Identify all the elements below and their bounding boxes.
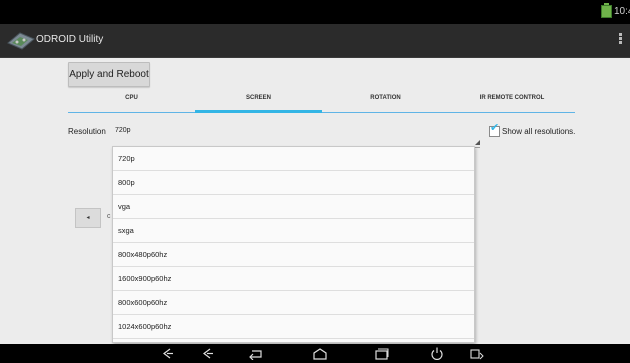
show-all-resolutions-label[interactable]: Show all resolutions.: [502, 127, 575, 136]
prev-button[interactable]: ◂: [75, 208, 101, 228]
obscured-label: c: [107, 213, 111, 220]
tab-cpu[interactable]: CPU: [68, 87, 195, 112]
overflow-menu-icon[interactable]: [619, 33, 622, 45]
spinner-arrow-icon[interactable]: [475, 140, 480, 145]
screenshot-icon[interactable]: [470, 347, 484, 360]
show-all-resolutions-checkbox[interactable]: ✔: [489, 122, 500, 137]
back-up-icon[interactable]: [160, 347, 174, 360]
dropdown-item-800p[interactable]: 800p: [113, 171, 474, 195]
resolution-spinner[interactable]: 720p: [115, 127, 131, 134]
power-icon[interactable]: [430, 347, 444, 360]
back-up-icon-2[interactable]: [200, 347, 214, 360]
navigation-bar: [0, 344, 630, 363]
tab-rotation[interactable]: ROTATION: [322, 87, 449, 112]
resolution-label: Resolution: [68, 127, 106, 136]
resolution-dropdown: 720p 800p vga sxga 800x480p60hz 1600x900…: [112, 146, 475, 343]
main-content: Apply and Reboot CPU SCREEN ROTATION IR …: [0, 58, 630, 344]
tab-ir-remote-control[interactable]: IR REMOTE CONTROL: [449, 87, 575, 112]
action-bar: ODROID Utility: [0, 24, 630, 58]
odroid-logo-icon: [7, 32, 35, 50]
battery-icon: [601, 3, 612, 18]
back-icon[interactable]: [248, 347, 262, 360]
tab-screen[interactable]: SCREEN: [195, 87, 322, 113]
status-bar: 10:4: [0, 0, 630, 24]
dropdown-item-1600x900p60hz[interactable]: 1600x900p60hz: [113, 267, 474, 291]
dropdown-item-720p[interactable]: 720p: [113, 147, 474, 171]
dropdown-item-vga[interactable]: vga: [113, 195, 474, 219]
apply-and-reboot-button[interactable]: Apply and Reboot: [68, 62, 150, 87]
status-time: 10:4: [614, 6, 630, 17]
home-icon[interactable]: [313, 347, 327, 360]
dropdown-item-1024x600p60hz[interactable]: 1024x600p60hz: [113, 315, 474, 339]
app-title: ODROID Utility: [36, 34, 104, 45]
recent-apps-icon[interactable]: [375, 347, 389, 360]
tab-strip: CPU SCREEN ROTATION IR REMOTE CONTROL: [68, 87, 575, 113]
dropdown-item-sxga[interactable]: sxga: [113, 219, 474, 243]
dropdown-item-800x480p60hz[interactable]: 800x480p60hz: [113, 243, 474, 267]
dropdown-item-800x600p60hz[interactable]: 800x600p60hz: [113, 291, 474, 315]
checkmark-icon: ✔: [490, 122, 500, 134]
